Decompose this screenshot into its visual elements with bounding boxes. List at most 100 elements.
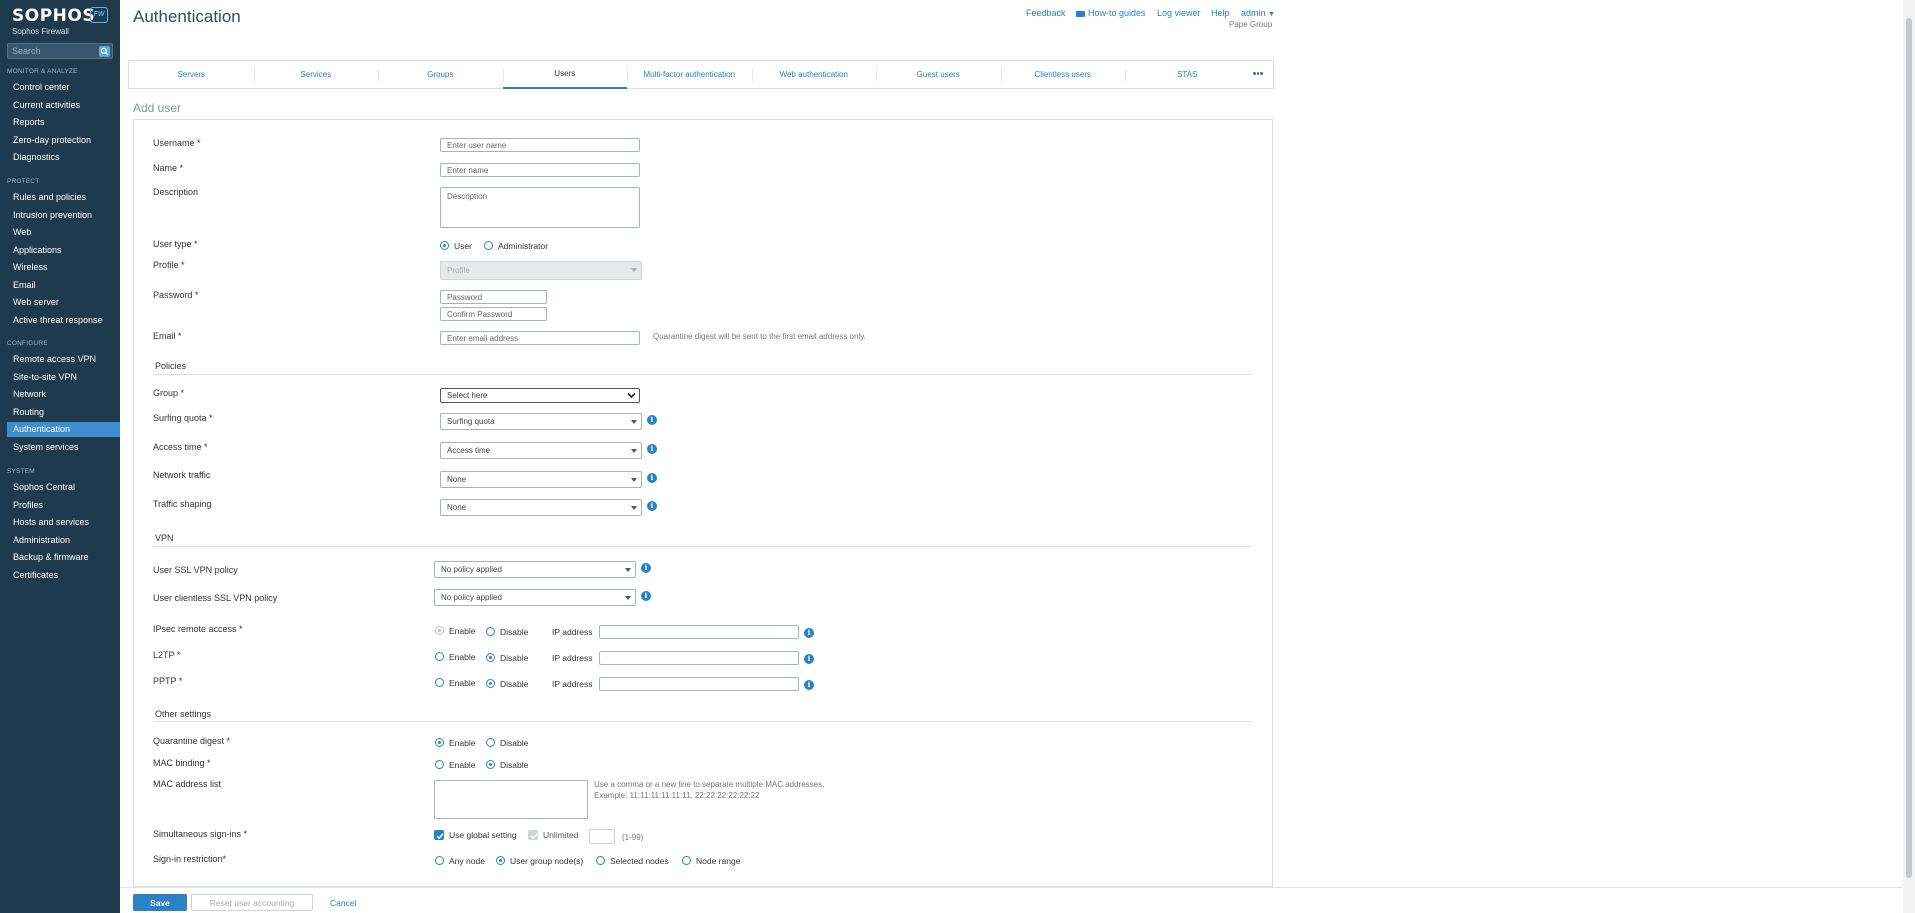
surfing-quota-label: Surfing quota *	[153, 413, 213, 423]
name-input[interactable]	[440, 163, 640, 177]
sidebar-item-administration[interactable]: Administration	[7, 533, 120, 548]
sidebar-item-certificates[interactable]: Certificates	[7, 568, 120, 583]
l2tp-info-icon[interactable]: i	[804, 654, 814, 664]
signin-selected-nodes-radio[interactable]	[596, 856, 605, 865]
traffic-shaping-select[interactable]: None	[440, 499, 642, 516]
confirm-password-input[interactable]	[440, 307, 547, 321]
caret-down-icon: ▼	[1268, 11, 1275, 18]
user-type-user-radio[interactable]	[440, 241, 449, 250]
group-select[interactable]: Select here	[440, 388, 640, 403]
signin-any-node-radio[interactable]	[435, 856, 444, 865]
tab-clientless-users[interactable]: Clientless users	[1001, 61, 1126, 89]
profile-label: Profile *	[153, 260, 185, 270]
quarantine-disable-radio[interactable]	[486, 738, 495, 747]
network-traffic-info-icon[interactable]: i	[647, 473, 657, 483]
pptp-enable-radio[interactable]	[435, 678, 444, 687]
use-global-setting-checkbox[interactable]	[434, 830, 444, 840]
sidebar-item-authentication[interactable]: Authentication	[7, 422, 120, 437]
l2tp-ip-input[interactable]	[599, 651, 799, 665]
pptp-disable-radio[interactable]	[486, 679, 495, 688]
quarantine-enable-radio[interactable]	[435, 738, 444, 747]
pptp-info-icon[interactable]: i	[804, 680, 814, 690]
log-viewer-link[interactable]: Log viewer	[1157, 8, 1201, 18]
sidebar-item-system-services[interactable]: System services	[7, 440, 120, 455]
user-type-admin-radio[interactable]	[484, 241, 493, 250]
traffic-shaping-info-icon[interactable]: i	[647, 501, 657, 511]
tab-groups[interactable]: Groups	[378, 61, 503, 89]
tab-users[interactable]: Users	[502, 61, 627, 89]
sidebar-item-email[interactable]: Email	[7, 278, 120, 293]
save-button[interactable]: Save	[133, 894, 187, 911]
signin-node-range-label: Node range	[696, 856, 741, 866]
tab-services[interactable]: Services	[254, 61, 379, 89]
search-icon[interactable]	[99, 46, 110, 57]
sidebar-item-wireless[interactable]: Wireless	[7, 260, 120, 275]
how-to-guides-link[interactable]: How-to guides	[1076, 8, 1146, 18]
cancel-button[interactable]: Cancel	[330, 898, 356, 908]
access-time-select[interactable]: Access time	[440, 442, 642, 459]
email-input[interactable]	[440, 331, 640, 345]
tab-web-authentication[interactable]: Web authentication	[752, 61, 877, 89]
sidebar-item-backup-firmware[interactable]: Backup & firmware	[7, 550, 120, 565]
ipsec-disable-radio[interactable]	[486, 627, 495, 636]
admin-menu[interactable]: admin ▼	[1241, 8, 1275, 18]
mac-binding-label: MAC binding *	[153, 758, 211, 768]
ipsec-ip-input[interactable]	[599, 625, 799, 639]
surfing-quota-value: Surfing quota	[447, 417, 495, 426]
sidebar-item-zero-day-protection[interactable]: Zero-day protection	[7, 133, 120, 148]
ipsec-enable-radio[interactable]	[435, 626, 444, 635]
scrollbar-thumb[interactable]	[1906, 18, 1912, 878]
password-input[interactable]	[440, 290, 547, 304]
sidebar-item-hosts-and-services[interactable]: Hosts and services	[7, 515, 120, 530]
sidebar-item-active-threat-response[interactable]: Active threat response	[7, 313, 120, 328]
l2tp-enable-radio[interactable]	[435, 652, 444, 661]
signin-node-range-radio[interactable]	[682, 856, 691, 865]
signin-user-group-radio[interactable]	[496, 856, 505, 865]
pptp-ip-input[interactable]	[599, 677, 799, 691]
sidebar-item-profiles[interactable]: Profiles	[7, 498, 120, 513]
sidebar-item-network[interactable]: Network	[7, 387, 120, 402]
ssl-vpn-info-icon[interactable]: i	[641, 563, 651, 573]
ipsec-disable-label: Disable	[500, 627, 529, 637]
sidebar-item-intrusion-prevention[interactable]: Intrusion prevention	[7, 208, 120, 223]
sidebar-item-site-to-site-vpn[interactable]: Site-to-site VPN	[7, 370, 120, 385]
tab-servers[interactable]: Servers	[129, 61, 254, 89]
feedback-link[interactable]: Feedback	[1026, 8, 1066, 18]
ssl-vpn-select[interactable]: No policy applied	[434, 561, 636, 578]
sidebar-item-web[interactable]: Web	[7, 225, 120, 240]
tab-multi-factor-authentication[interactable]: Multi-factor authentication	[627, 61, 752, 89]
sidebar-item-web-server[interactable]: Web server	[7, 295, 120, 310]
sidebar-item-applications[interactable]: Applications	[7, 243, 120, 258]
sidebar-item-control-center[interactable]: Control center	[7, 80, 120, 95]
clientless-ssl-select[interactable]: No policy applied	[434, 589, 636, 606]
search-input[interactable]	[12, 45, 100, 57]
sidebar-item-rules-and-policies[interactable]: Rules and policies	[7, 190, 120, 205]
clientless-ssl-info-icon[interactable]: i	[641, 591, 651, 601]
surfing-quota-info-icon[interactable]: i	[647, 415, 657, 425]
help-link[interactable]: Help	[1211, 8, 1230, 18]
sidebar-item-current-activities[interactable]: Current activities	[7, 98, 120, 113]
l2tp-disable-radio[interactable]	[486, 653, 495, 662]
mac-binding-disable-radio[interactable]	[486, 760, 495, 769]
access-time-info-icon[interactable]: i	[647, 444, 657, 454]
username-input[interactable]	[440, 138, 640, 152]
tab-guest-users[interactable]: Guest users	[876, 61, 1001, 89]
tab-stas[interactable]: STAS	[1125, 61, 1250, 89]
sidebar-item-reports[interactable]: Reports	[7, 115, 120, 130]
page-scrollbar[interactable]	[1903, 0, 1915, 913]
description-textarea[interactable]	[440, 187, 640, 228]
mac-binding-enable-radio[interactable]	[435, 760, 444, 769]
ipsec-info-icon[interactable]: i	[804, 628, 814, 638]
sophos-logo[interactable]: SOPHOS Sophos Firewall	[12, 6, 95, 36]
sidebar-item-remote-access-vpn[interactable]: Remote access VPN	[7, 352, 120, 367]
simultaneous-label: Simultaneous sign-ins *	[153, 829, 248, 839]
sidebar-item-sophos-central[interactable]: Sophos Central	[7, 480, 120, 495]
network-traffic-select[interactable]: None	[440, 471, 642, 488]
surfing-quota-select[interactable]: Surfing quota	[440, 413, 642, 430]
sidebar-item-diagnostics[interactable]: Diagnostics	[7, 150, 120, 165]
tab-separator	[378, 69, 379, 81]
more-tabs-icon[interactable]	[1253, 72, 1263, 75]
l2tp-disable-label: Disable	[500, 653, 529, 663]
sidebar-item-routing[interactable]: Routing	[7, 405, 120, 420]
mac-list-textarea[interactable]	[434, 780, 588, 819]
